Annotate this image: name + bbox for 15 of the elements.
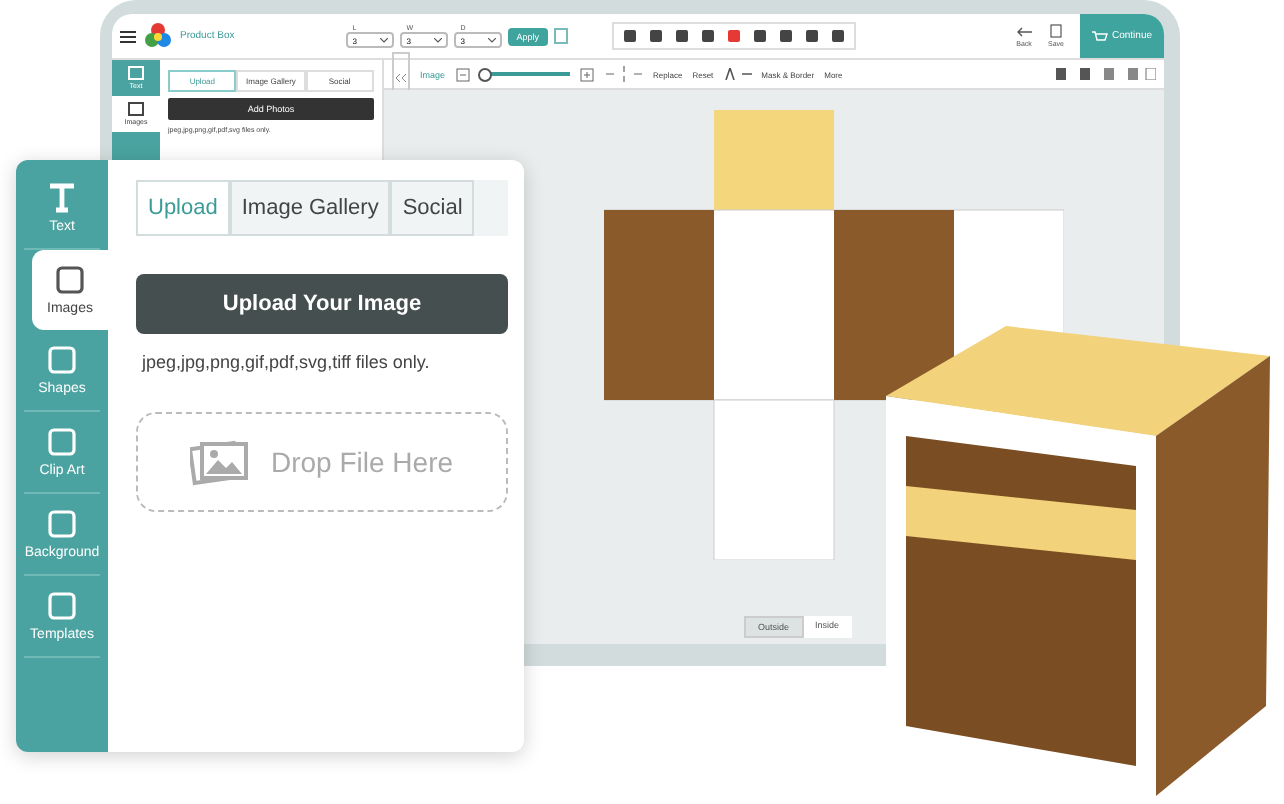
caret-icon [488, 37, 497, 43]
file-types-note: jpeg,jpg,png,gif,pdf,svg,tiff files only. [139, 352, 432, 372]
zoom-in-button[interactable] [579, 67, 594, 81]
tab[interactable]: Image Gallery [229, 180, 391, 236]
text-icon [46, 182, 78, 214]
upload-image-button[interactable]: Upload Your Image [136, 274, 508, 334]
tab[interactable]: Social [390, 180, 475, 236]
document-icon [1049, 24, 1062, 38]
back-arrow-icon [1016, 25, 1032, 37]
cart-icon [1091, 29, 1108, 43]
logo-icon [144, 22, 172, 50]
caret-icon [380, 37, 389, 43]
caret-icon [434, 37, 443, 43]
menu-icon[interactable] [120, 29, 136, 43]
double-chevron-icon [396, 74, 406, 82]
